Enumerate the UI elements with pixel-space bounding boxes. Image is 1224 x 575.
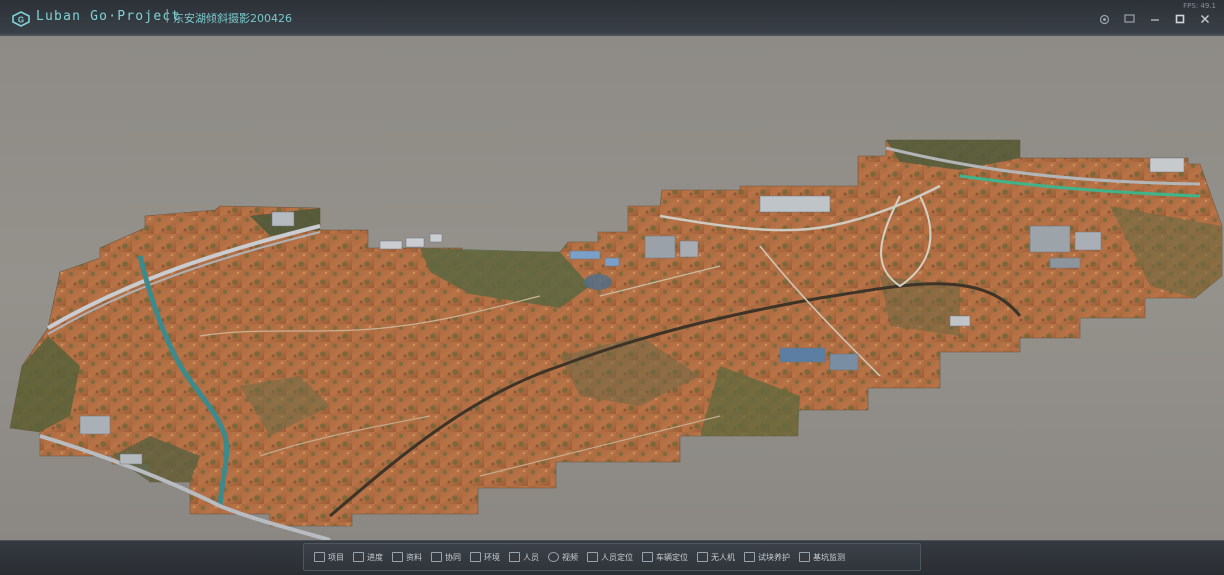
tool-video[interactable]: 视频 <box>548 552 578 563</box>
app-logo-icon: G <box>12 11 30 27</box>
terrain-model[interactable] <box>0 36 1224 540</box>
test-block-icon <box>744 552 755 562</box>
app-name: Luban Go·Project <box>36 9 181 24</box>
project-name: 东安湖倾斜摄影200426 <box>173 12 292 25</box>
tool-label: 基坑监测 <box>813 552 845 562</box>
maximize-icon[interactable] <box>1173 13 1187 25</box>
tool-collaboration[interactable]: 协同 <box>431 552 461 563</box>
fps-counter: FPS: 49.1 <box>1183 2 1216 10</box>
project-icon <box>314 552 325 562</box>
screen-icon[interactable] <box>1122 13 1136 25</box>
title-separator: | <box>165 8 170 23</box>
tool-label: 人员 <box>523 552 539 562</box>
tool-label: 环境 <box>484 552 500 562</box>
tool-personnel-location[interactable]: 人员定位 <box>587 552 633 563</box>
toolbar-menu: 项目 进度 资料 协同 环境 人员 视频 人员定位 车辆定位 无人机 试块养护 … <box>303 543 921 571</box>
3d-viewport[interactable] <box>0 36 1224 540</box>
tool-environment[interactable]: 环境 <box>470 552 500 563</box>
video-icon <box>548 552 559 562</box>
tool-document[interactable]: 资料 <box>392 552 422 563</box>
settings-icon[interactable] <box>1097 13 1111 25</box>
environment-icon <box>470 552 481 562</box>
minimize-icon[interactable] <box>1148 13 1162 25</box>
tool-personnel[interactable]: 人员 <box>509 552 539 563</box>
tool-progress[interactable]: 进度 <box>353 552 383 563</box>
tool-label: 进度 <box>367 552 383 562</box>
drone-icon <box>697 552 708 562</box>
vehicle-location-icon <box>642 552 653 562</box>
personnel-icon <box>509 552 520 562</box>
tool-pit-monitoring[interactable]: 基坑监测 <box>799 552 845 563</box>
close-icon[interactable] <box>1198 13 1212 25</box>
tool-project[interactable]: 项目 <box>314 552 344 563</box>
tool-label: 视频 <box>562 552 578 562</box>
tool-label: 试块养护 <box>758 552 790 562</box>
collaboration-icon <box>431 552 442 562</box>
tool-vehicle-location[interactable]: 车辆定位 <box>642 552 688 563</box>
tool-label: 无人机 <box>711 552 735 562</box>
tool-label: 项目 <box>328 552 344 562</box>
tool-label: 协同 <box>445 552 461 562</box>
tool-label: 资料 <box>406 552 422 562</box>
tool-drone[interactable]: 无人机 <box>697 552 735 563</box>
tool-test-block[interactable]: 试块养护 <box>744 552 790 563</box>
tool-label: 人员定位 <box>601 552 633 562</box>
personnel-location-icon <box>587 552 598 562</box>
bottom-toolbar: 项目 进度 资料 协同 环境 人员 视频 人员定位 车辆定位 无人机 试块养护 … <box>0 540 1224 575</box>
document-icon <box>392 552 403 562</box>
progress-icon <box>353 552 364 562</box>
pit-monitoring-icon <box>799 552 810 562</box>
svg-text:G: G <box>18 16 24 25</box>
title-bar: G Luban Go·Project | 东安湖倾斜摄影200426 FPS: … <box>0 0 1224 36</box>
tool-label: 车辆定位 <box>656 552 688 562</box>
